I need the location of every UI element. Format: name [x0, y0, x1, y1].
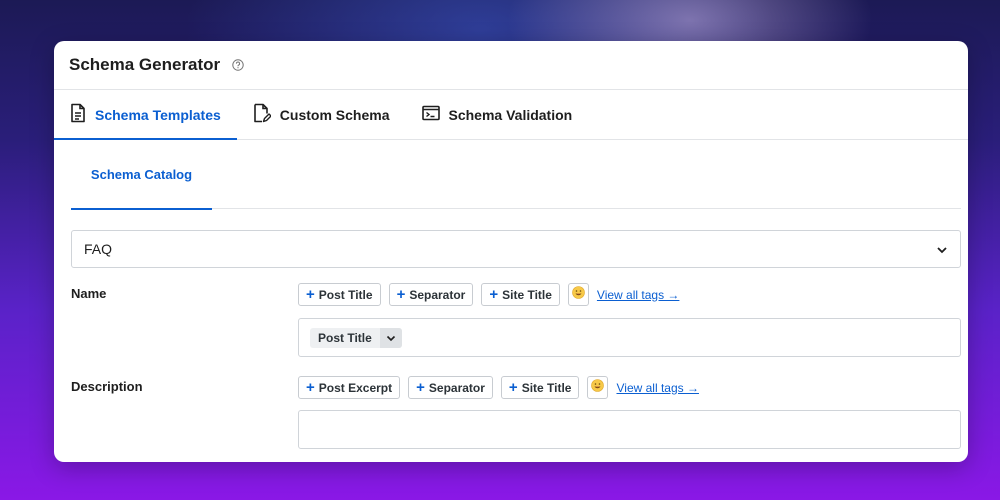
schema-generator-panel: Schema Generator Schema Templates Custom…	[54, 41, 968, 462]
tab-label: Schema Templates	[95, 106, 221, 123]
main-tabs: Schema Templates Custom Schema Schema Va…	[54, 90, 968, 140]
post-title-tag-chip[interactable]: Post Title	[310, 328, 402, 348]
chevron-down-icon[interactable]	[379, 328, 402, 348]
name-label: Name	[71, 286, 107, 301]
add-separator-tag-button[interactable]: + Separator	[388, 283, 474, 306]
add-site-title-tag-button[interactable]: + Site Title	[481, 283, 560, 306]
tab-custom-schema[interactable]: Custom Schema	[237, 90, 406, 139]
tab-schema-catalog[interactable]: Schema Catalog	[71, 140, 212, 210]
plus-icon: +	[396, 286, 406, 303]
tab-schema-templates[interactable]: Schema Templates	[54, 90, 237, 140]
help-circle-icon[interactable]	[232, 59, 244, 71]
emoji-picker-button[interactable]	[567, 283, 589, 306]
plus-icon: +	[306, 286, 315, 303]
add-separator-tag-button[interactable]: + Separator	[408, 376, 493, 399]
chevron-down-icon	[936, 241, 948, 257]
tab-label: Schema Validation	[448, 106, 573, 123]
name-tag-bar: + Post Title + Separator + Site Title View …	[298, 283, 679, 306]
description-label: Description	[71, 379, 143, 394]
schema-type-select[interactable]: FAQ	[71, 230, 961, 268]
plus-icon: +	[508, 379, 518, 396]
view-all-tags-link[interactable]: View all tags →	[616, 381, 698, 395]
page-title: Schema Generator	[69, 55, 221, 74]
add-post-excerpt-tag-button[interactable]: + Post Excerpt	[298, 376, 401, 399]
document-icon	[70, 103, 95, 126]
edit-document-icon	[253, 103, 280, 126]
name-field[interactable]: Post Title	[298, 318, 961, 357]
description-field[interactable]	[298, 410, 961, 449]
tab-label: Custom Schema	[279, 106, 390, 123]
schema-type-value: FAQ	[84, 241, 113, 257]
terminal-icon	[421, 105, 449, 124]
plus-icon: +	[416, 379, 425, 396]
add-site-title-tag-button[interactable]: + Site Title	[500, 376, 580, 399]
smiley-icon	[572, 285, 585, 304]
description-tag-bar: + Post Excerpt + Separator + Site Title Vie…	[298, 376, 699, 399]
panel-header: Schema Generator	[54, 41, 968, 90]
smiley-icon	[591, 378, 605, 397]
emoji-picker-button[interactable]	[587, 376, 609, 399]
tab-schema-validation[interactable]: Schema Validation	[406, 90, 589, 139]
plus-icon: +	[489, 286, 499, 303]
sub-tabs: Schema Catalog	[71, 140, 961, 210]
plus-icon: +	[306, 379, 315, 396]
add-post-title-tag-button[interactable]: + Post Title	[298, 283, 381, 306]
view-all-tags-link[interactable]: View all tags →	[597, 288, 679, 302]
